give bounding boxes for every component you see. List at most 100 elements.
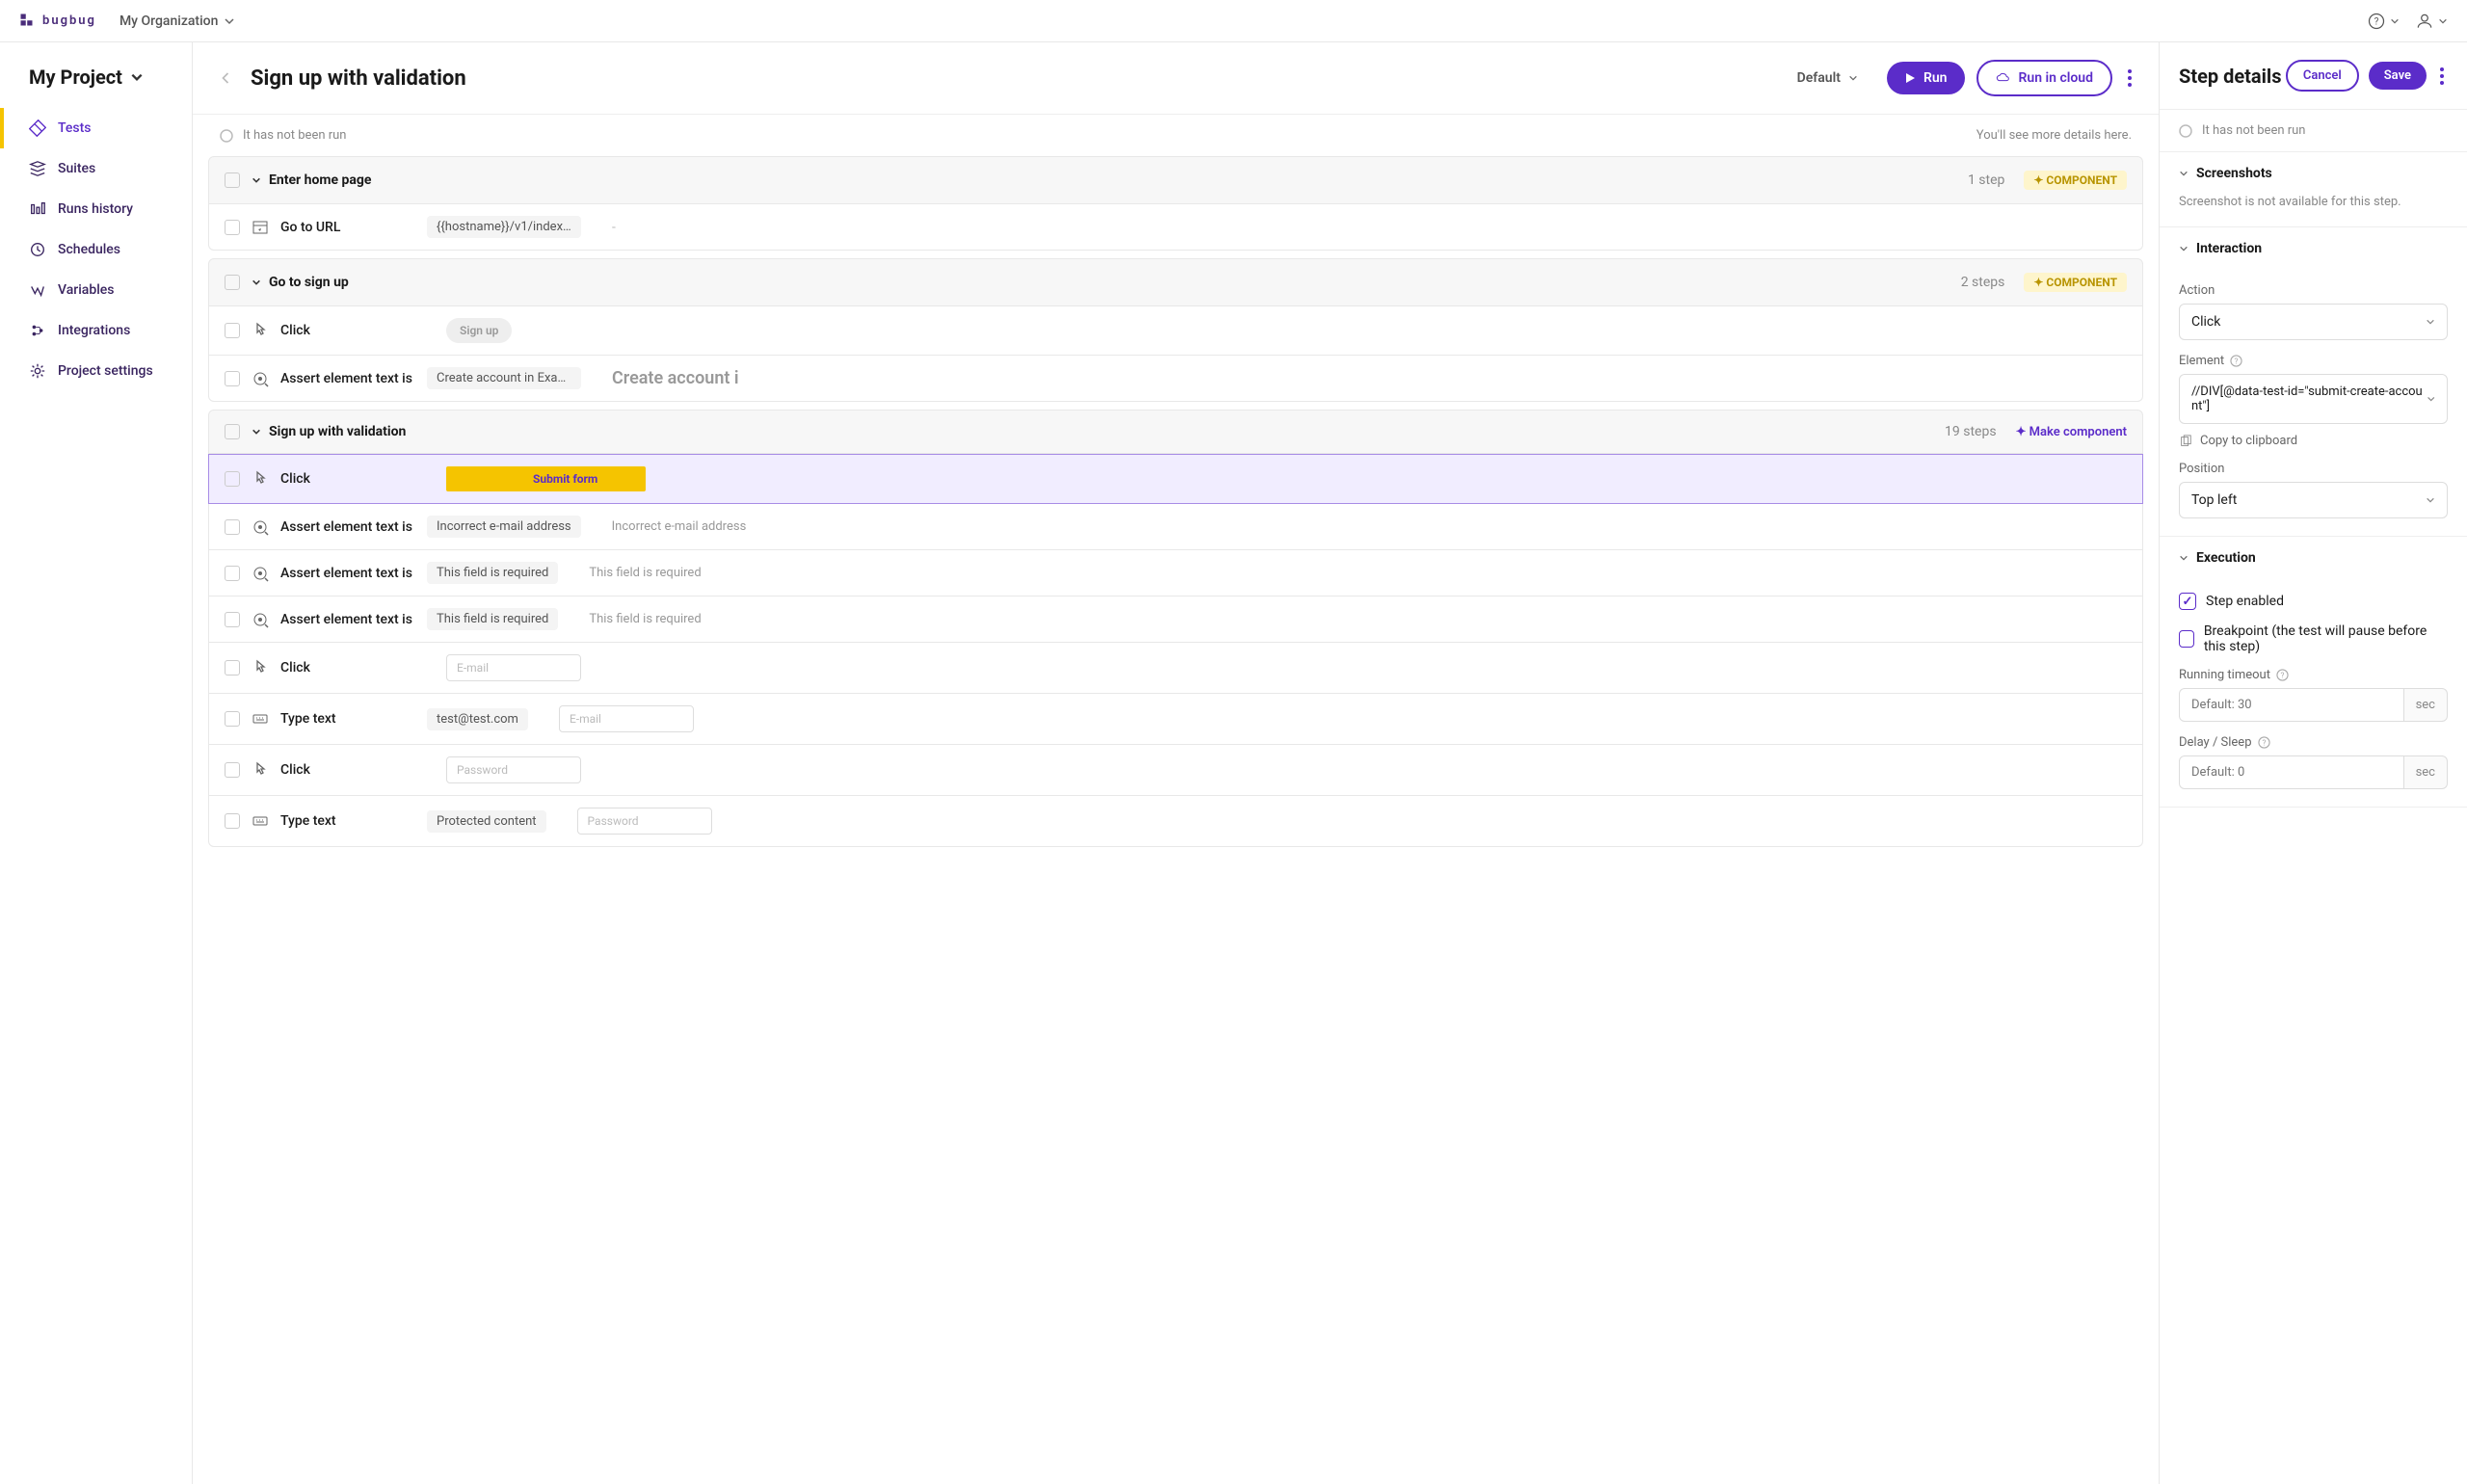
run-button[interactable]: Run bbox=[1887, 62, 1965, 94]
screenshot-msg: Screenshot is not available for this ste… bbox=[2179, 195, 2448, 209]
chevron-down-icon[interactable] bbox=[252, 278, 261, 287]
step-checkbox[interactable] bbox=[225, 813, 240, 829]
click-icon bbox=[252, 761, 269, 779]
svg-text:?: ? bbox=[2374, 16, 2379, 27]
step-row[interactable]: ClickPassword bbox=[208, 745, 2143, 796]
element-label: Element ? bbox=[2179, 354, 2448, 368]
assert-icon bbox=[252, 565, 269, 582]
svg-text:?: ? bbox=[2280, 671, 2284, 680]
sidebar: My Project TestsSuitesRuns historySchedu… bbox=[0, 42, 193, 1484]
run-cloud-button[interactable]: Run in cloud bbox=[1976, 60, 2113, 96]
cloud-icon bbox=[1996, 70, 2011, 86]
info-icon: ? bbox=[2230, 355, 2242, 367]
status-icon bbox=[220, 129, 233, 143]
nav-icon bbox=[29, 119, 46, 137]
chevron-down-icon bbox=[2426, 495, 2435, 505]
org-selector[interactable]: My Organization bbox=[119, 13, 235, 29]
element-input[interactable]: //DIV[@data-test-id="submit-create-accou… bbox=[2179, 374, 2448, 424]
logo[interactable]: bugbug bbox=[19, 13, 96, 30]
step-row[interactable]: Assert element text isIncorrect e-mail a… bbox=[208, 504, 2143, 550]
action-label: Action bbox=[2179, 283, 2448, 298]
sidebar-item-integrations[interactable]: Integrations bbox=[0, 310, 192, 351]
step-row[interactable]: Assert element text isCreate account in … bbox=[208, 356, 2143, 402]
position-select[interactable]: Top left bbox=[2179, 482, 2448, 518]
step-checkbox[interactable] bbox=[225, 371, 240, 386]
step-checkbox[interactable] bbox=[225, 612, 240, 627]
save-button[interactable]: Save bbox=[2369, 62, 2427, 90]
nav-icon bbox=[29, 160, 46, 177]
group-header[interactable]: Sign up with validation19 steps✦ Make co… bbox=[208, 410, 2143, 454]
click-icon bbox=[252, 470, 269, 488]
step-row[interactable]: ClickSubmit form bbox=[208, 454, 2143, 504]
group-header[interactable]: Go to sign up2 steps✦ COMPONENT bbox=[208, 258, 2143, 306]
breakpoint-checkbox[interactable] bbox=[2179, 630, 2194, 648]
step-row[interactable]: Assert element text isThis field is requ… bbox=[208, 550, 2143, 596]
status-hint: You'll see more details here. bbox=[1976, 128, 2132, 143]
step-row[interactable]: Assert element text isThis field is requ… bbox=[208, 596, 2143, 643]
timeout-input[interactable] bbox=[2179, 688, 2404, 722]
status-text: It has not been run bbox=[243, 128, 347, 143]
step-enabled-checkbox[interactable] bbox=[2179, 593, 2196, 610]
copy-clipboard[interactable]: Copy to clipboard bbox=[2179, 434, 2448, 448]
back-button[interactable] bbox=[216, 68, 235, 88]
help-button[interactable]: ? bbox=[2367, 12, 2400, 31]
step-row[interactable]: Go to URL{{hostname}}/v1/index.html- bbox=[208, 204, 2143, 251]
details-more-button[interactable] bbox=[2436, 64, 2448, 89]
action-select[interactable]: Click bbox=[2179, 304, 2448, 340]
sidebar-item-project-settings[interactable]: Project settings bbox=[0, 351, 192, 391]
group-checkbox[interactable] bbox=[225, 424, 240, 439]
details-panel: Step details Cancel Save It has not been… bbox=[2159, 42, 2467, 1484]
chevron-down-icon bbox=[130, 70, 144, 84]
section-screenshots[interactable]: Screenshots bbox=[2160, 152, 2467, 195]
group-header[interactable]: Enter home page1 step✦ COMPONENT bbox=[208, 156, 2143, 204]
step-checkbox[interactable] bbox=[225, 711, 240, 727]
more-button[interactable] bbox=[2124, 66, 2135, 91]
step-checkbox[interactable] bbox=[225, 519, 240, 535]
nav-icon bbox=[29, 362, 46, 380]
chevron-down-icon bbox=[2438, 16, 2448, 26]
chevron-down-icon bbox=[2179, 169, 2188, 178]
sidebar-item-runs-history[interactable]: Runs history bbox=[0, 189, 192, 229]
profile-selector[interactable]: Default bbox=[1780, 62, 1875, 94]
step-checkbox[interactable] bbox=[225, 660, 240, 676]
step-row[interactable]: ClickSign up bbox=[208, 306, 2143, 356]
nav-icon bbox=[29, 200, 46, 218]
chevron-down-icon bbox=[2179, 244, 2188, 253]
sidebar-item-variables[interactable]: Variables bbox=[0, 270, 192, 310]
sidebar-item-schedules[interactable]: Schedules bbox=[0, 229, 192, 270]
chevron-down-icon bbox=[2179, 553, 2188, 563]
type-icon bbox=[252, 812, 269, 830]
group-checkbox[interactable] bbox=[225, 275, 240, 290]
delay-input[interactable] bbox=[2179, 755, 2404, 789]
chevron-down-icon[interactable] bbox=[252, 175, 261, 185]
make-component[interactable]: ✦ Make component bbox=[2016, 425, 2127, 439]
assert-icon bbox=[252, 370, 269, 387]
info-icon: ? bbox=[2258, 736, 2270, 749]
step-row[interactable]: Type textProtected contentPassword bbox=[208, 796, 2143, 847]
step-row[interactable]: ClickE-mail bbox=[208, 643, 2143, 694]
nav-icon bbox=[29, 241, 46, 258]
section-interaction[interactable]: Interaction bbox=[2160, 227, 2467, 270]
chevron-down-icon bbox=[2390, 16, 2400, 26]
project-selector[interactable]: My Project bbox=[0, 58, 192, 108]
chevron-down-icon[interactable] bbox=[252, 427, 261, 437]
section-execution[interactable]: Execution bbox=[2160, 537, 2467, 579]
sidebar-item-tests[interactable]: Tests bbox=[0, 108, 192, 148]
step-checkbox[interactable] bbox=[225, 323, 240, 338]
step-row[interactable]: Type texttest@test.comE-mail bbox=[208, 694, 2143, 745]
page-title: Sign up with validation bbox=[251, 66, 466, 91]
step-checkbox[interactable] bbox=[225, 566, 240, 581]
user-menu[interactable] bbox=[2415, 12, 2448, 31]
info-icon: ? bbox=[2276, 669, 2289, 681]
sidebar-item-suites[interactable]: Suites bbox=[0, 148, 192, 189]
assert-icon bbox=[252, 518, 269, 536]
chevron-down-icon bbox=[2426, 317, 2435, 327]
cancel-button[interactable]: Cancel bbox=[2286, 60, 2359, 92]
step-checkbox[interactable] bbox=[225, 220, 240, 235]
step-checkbox[interactable] bbox=[225, 762, 240, 778]
play-icon bbox=[1904, 72, 1916, 84]
group-checkbox[interactable] bbox=[225, 172, 240, 188]
copy-icon bbox=[2179, 435, 2192, 448]
step-checkbox[interactable] bbox=[225, 471, 240, 487]
assert-icon bbox=[252, 611, 269, 628]
